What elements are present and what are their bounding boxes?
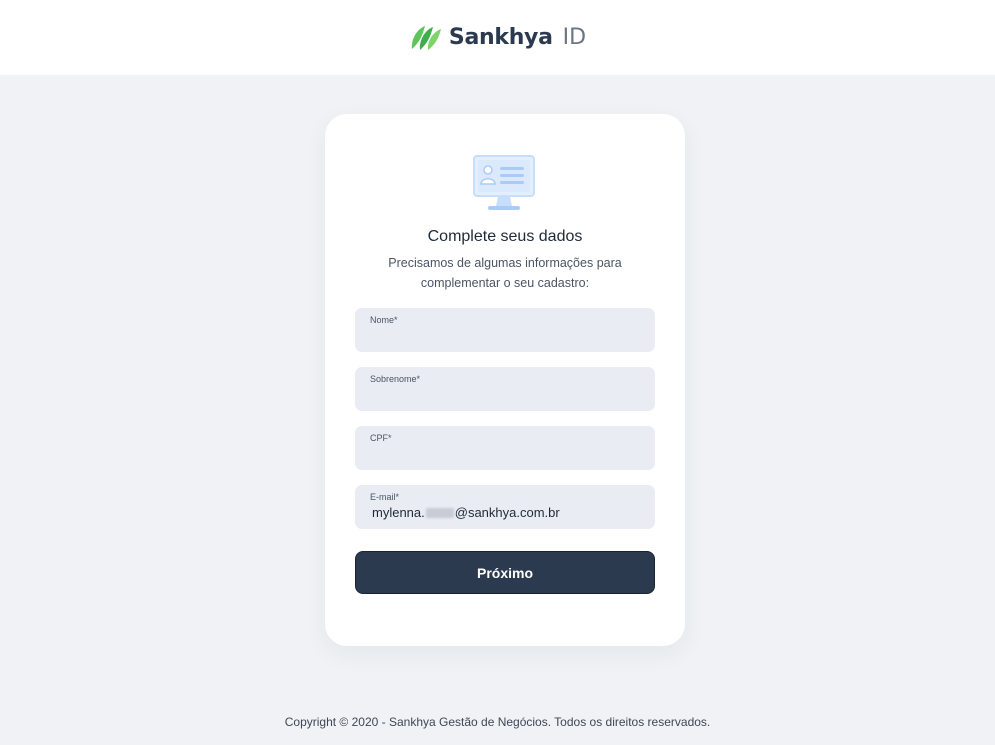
redacted-text <box>425 507 454 518</box>
brand-name: Sankhya <box>448 25 553 50</box>
card-title: Complete seus dados <box>427 228 583 245</box>
brand-suffix: ID <box>562 25 587 50</box>
sankhya-leaf-logo-icon <box>411 25 441 50</box>
monitor-profile-icon <box>473 155 535 210</box>
cpf-field[interactable]: CPF* <box>355 426 655 470</box>
email-value-suffix: @sankhya.com.br <box>454 505 560 520</box>
first-name-field[interactable]: Nome* <box>355 308 655 352</box>
cpf-label: CPF* <box>370 433 392 443</box>
next-button[interactable]: Próximo <box>355 551 655 594</box>
first-name-label: Nome* <box>370 315 398 325</box>
email-input[interactable]: mylenna. @sankhya.com.br <box>372 505 560 520</box>
email-label: E-mail* <box>370 492 400 502</box>
card-subtitle: Precisamos de algumas informações para c… <box>388 256 622 290</box>
footer-copyright: Copyright © 2020 - Sankhya Gestão de Neg… <box>284 715 711 729</box>
email-value-prefix: mylenna. <box>372 505 425 520</box>
email-field[interactable]: E-mail* mylenna. @sankhya.com.br <box>355 485 655 529</box>
last-name-label: Sobrenome* <box>370 374 421 384</box>
complete-data-card: Complete seus dados Precisamos de alguma… <box>325 114 685 646</box>
last-name-field[interactable]: Sobrenome* <box>355 367 655 411</box>
top-bar: Sankhya ID <box>0 0 995 75</box>
brand-logo[interactable]: Sankhya ID <box>409 23 586 53</box>
